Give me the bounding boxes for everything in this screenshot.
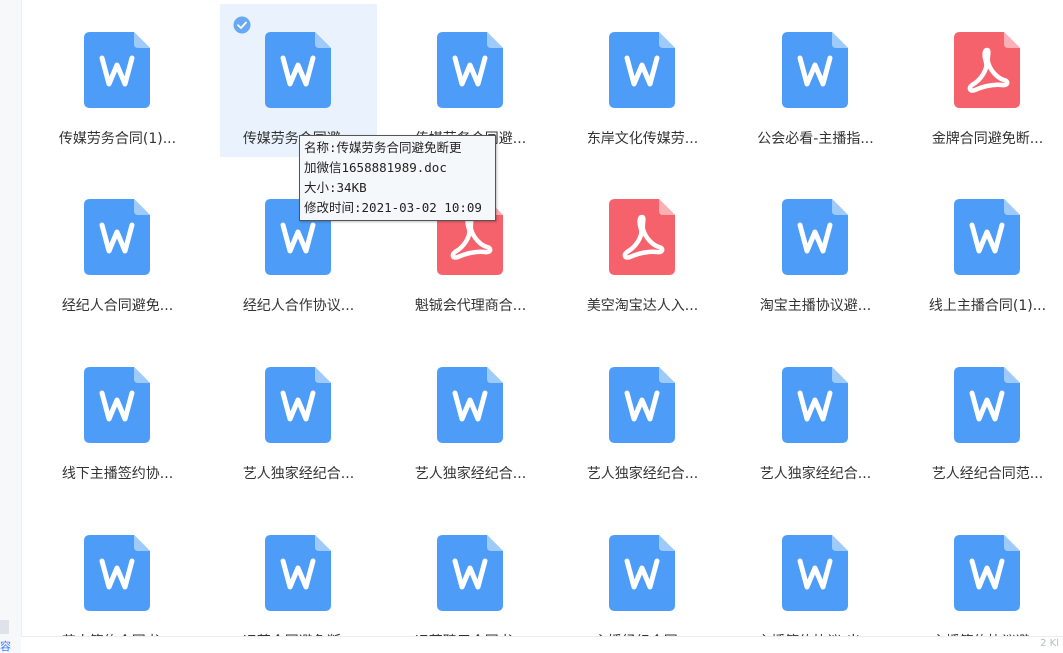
file-item[interactable]: 淘宝主播协议避... (737, 171, 894, 324)
word-file-icon (782, 199, 848, 275)
tooltip-modified: 修改时间:2021-03-02 10:09 (304, 200, 482, 215)
word-file-icon (954, 367, 1020, 443)
file-name-label: 线上主播合同(1)... (928, 298, 1047, 314)
word-file-icon (609, 32, 675, 108)
status-text: 2 Kl (1040, 638, 1059, 649)
file-name-label: 淘宝主播协议避... (759, 298, 872, 314)
tooltip-name-line1: 名称:传媒劳务合同避免断更 (304, 140, 462, 155)
file-name-label: 艺人独家经纪合... (759, 466, 872, 482)
file-item[interactable]: 艺人经纪合同范... (909, 339, 1063, 492)
file-item[interactable]: 经纪人合同避免... (39, 171, 196, 324)
file-name-label: 艺人独家经纪合... (586, 466, 699, 482)
sidebar-scroll-indicator[interactable] (0, 620, 9, 634)
word-file-icon (782, 32, 848, 108)
file-tooltip: 名称:传媒劳务合同避免断更 加微信1658881989.doc 大小:34KB … (299, 135, 496, 221)
file-item[interactable]: 线上主播合同(1)... (909, 171, 1063, 324)
word-file-icon (84, 32, 150, 108)
file-item[interactable]: 主播经纪合同... (564, 507, 721, 636)
file-item[interactable]: 艺人独家经纪合... (220, 339, 377, 492)
file-item[interactable]: 主播签约协议-出... (737, 507, 894, 636)
word-file-icon (954, 199, 1020, 275)
word-file-icon (265, 535, 331, 611)
word-file-icon (84, 199, 150, 275)
file-item[interactable]: 运营聘用合同书... (392, 507, 549, 636)
file-grid: 传媒劳务合同(1)...传媒劳务合同避...传媒劳务合同避...东岸文化传媒劳.… (39, 0, 1063, 636)
selected-check-icon[interactable] (233, 16, 251, 34)
status-bar: 2 Kl (21, 636, 1063, 653)
word-file-icon (265, 367, 331, 443)
word-file-icon (609, 535, 675, 611)
file-item[interactable]: 艺人独家经纪合... (737, 339, 894, 492)
pdf-file-icon (609, 199, 675, 275)
word-file-icon (782, 367, 848, 443)
file-item[interactable]: 金牌合同避免断... (909, 4, 1063, 157)
word-file-icon (84, 367, 150, 443)
file-name-label: 金牌合同避免断... (931, 131, 1044, 147)
file-name-label: 艺人独家经纪合... (414, 466, 527, 482)
word-file-icon (609, 367, 675, 443)
file-name-label: 艺人独家经纪合... (242, 466, 355, 482)
pdf-file-icon (954, 32, 1020, 108)
file-item[interactable]: 艺人独家经纪合... (564, 339, 721, 492)
file-name-label: 线下主播签约协... (61, 466, 174, 482)
file-item[interactable]: 艺人签约合同书... (39, 507, 196, 636)
file-name-label: 美空淘宝达人入... (586, 298, 699, 314)
word-file-icon (782, 535, 848, 611)
word-file-icon (437, 32, 503, 108)
word-file-icon (84, 535, 150, 611)
sidebar-partial-label[interactable]: 容 (0, 641, 11, 653)
left-sidebar: 容 (0, 0, 22, 653)
file-item[interactable]: 线下主播签约协... (39, 339, 196, 492)
file-name-label: 公会必看-主播指... (757, 131, 874, 147)
tooltip-name-line2: 加微信1658881989.doc (304, 160, 447, 175)
word-file-icon (437, 367, 503, 443)
word-file-icon (265, 32, 331, 108)
file-name-label: 魁铖会代理商合... (414, 298, 527, 314)
file-name-label: 艺人经纪合同范... (931, 466, 1044, 482)
file-item[interactable]: 美空淘宝达人入... (564, 171, 721, 324)
file-name-label: 经纪人合作协议... (242, 298, 355, 314)
file-browser-window: 容 传媒劳务合同(1)...传媒劳务合同避...传媒劳务合同避...东岸文化传媒… (0, 0, 1063, 653)
file-item[interactable]: 传媒劳务合同(1)... (39, 4, 196, 157)
file-item[interactable]: 公会必看-主播指... (737, 4, 894, 157)
tooltip-size: 大小:34KB (304, 180, 367, 195)
file-item[interactable]: 主播签约协议避... (909, 507, 1063, 636)
file-name-label: 东岸文化传媒劳... (586, 131, 699, 147)
word-file-icon (437, 535, 503, 611)
word-file-icon (954, 535, 1020, 611)
file-item[interactable]: 东岸文化传媒劳... (564, 4, 721, 157)
file-item[interactable]: 艺人独家经纪合... (392, 339, 549, 492)
file-name-label: 经纪人合同避免... (61, 298, 174, 314)
file-item[interactable]: 运营合同避免断... (220, 507, 377, 636)
file-name-label: 传媒劳务合同(1)... (58, 131, 177, 147)
